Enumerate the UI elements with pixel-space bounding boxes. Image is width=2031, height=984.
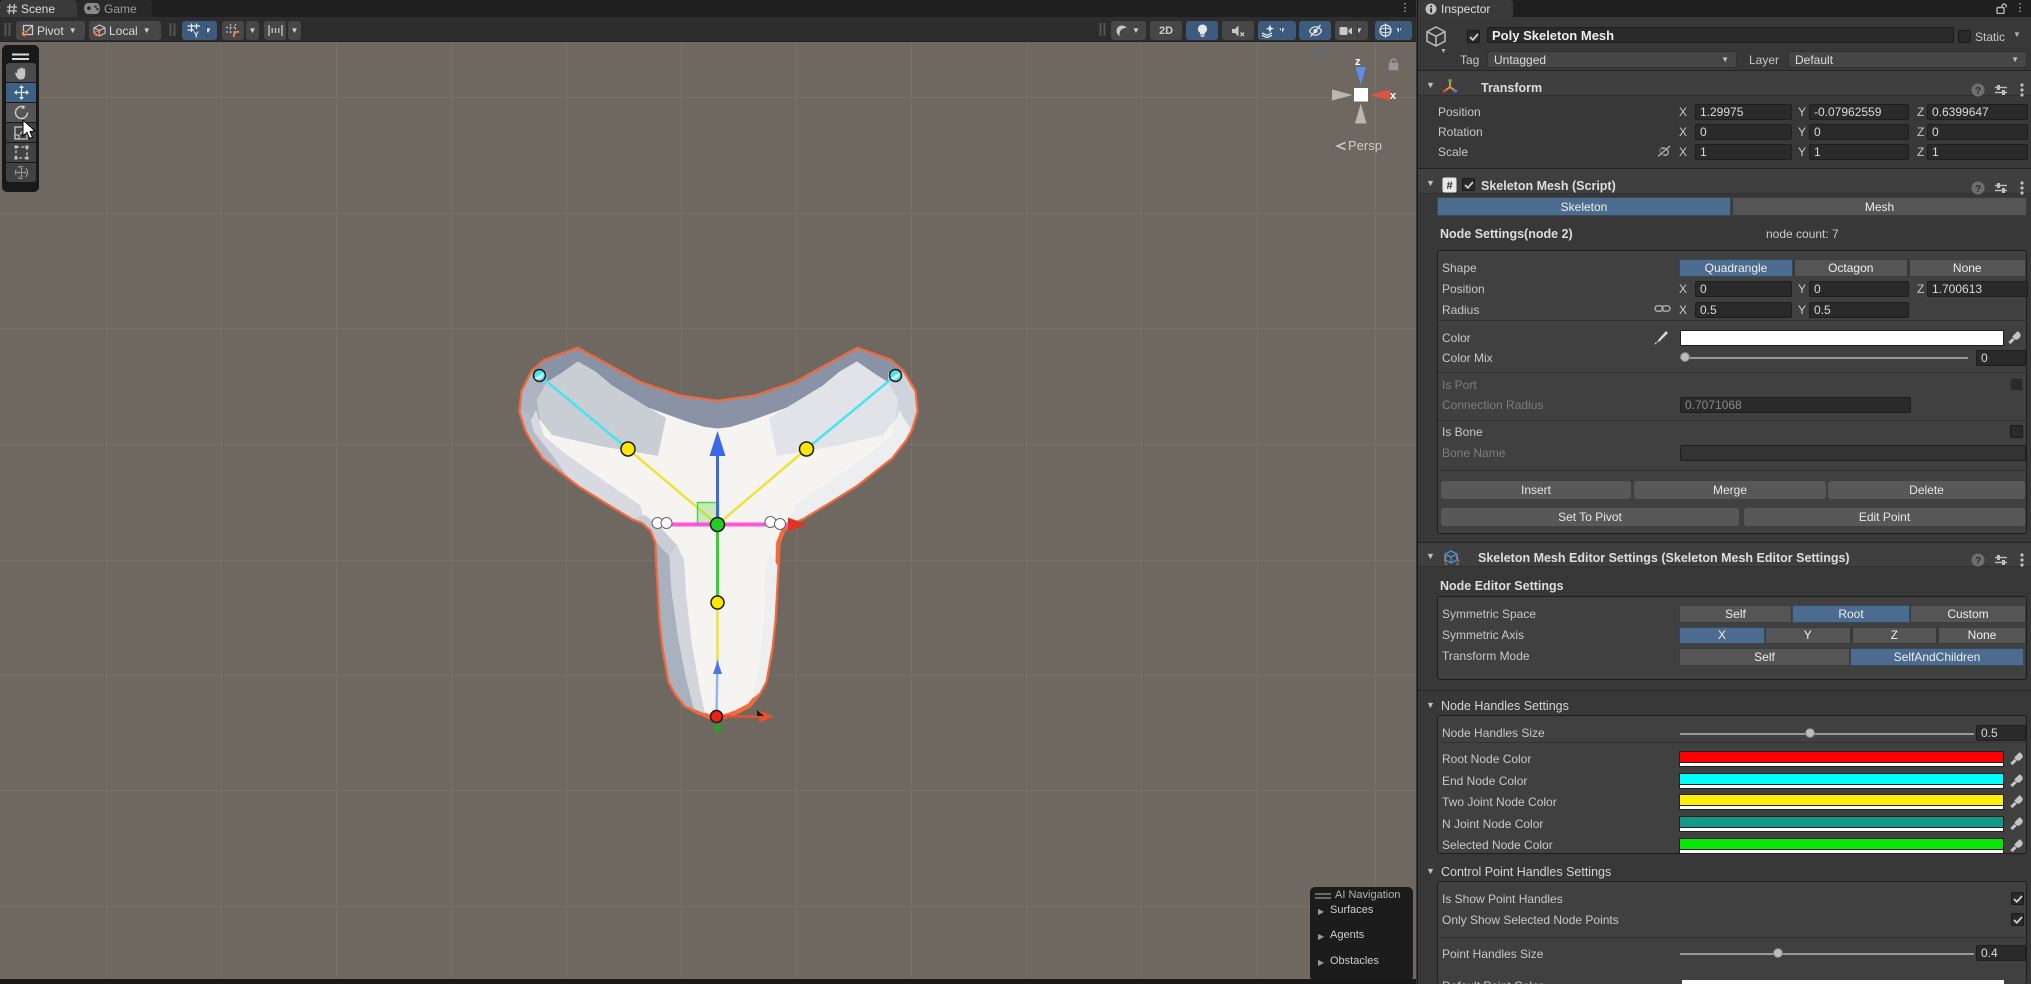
svg-text:x: x — [1390, 90, 1397, 102]
svg-text:#: # — [1446, 180, 1452, 192]
svg-text:?: ? — [1975, 86, 1981, 97]
svg-text:Y: Y — [194, 31, 200, 39]
svg-text:{: { — [1443, 556, 1448, 566]
svg-text:}: } — [1455, 556, 1460, 566]
svg-text:z: z — [1355, 56, 1361, 68]
svg-text:Persp: Persp — [1348, 138, 1382, 153]
svg-text:?: ? — [1975, 556, 1981, 567]
svg-text:?: ? — [1975, 184, 1981, 195]
